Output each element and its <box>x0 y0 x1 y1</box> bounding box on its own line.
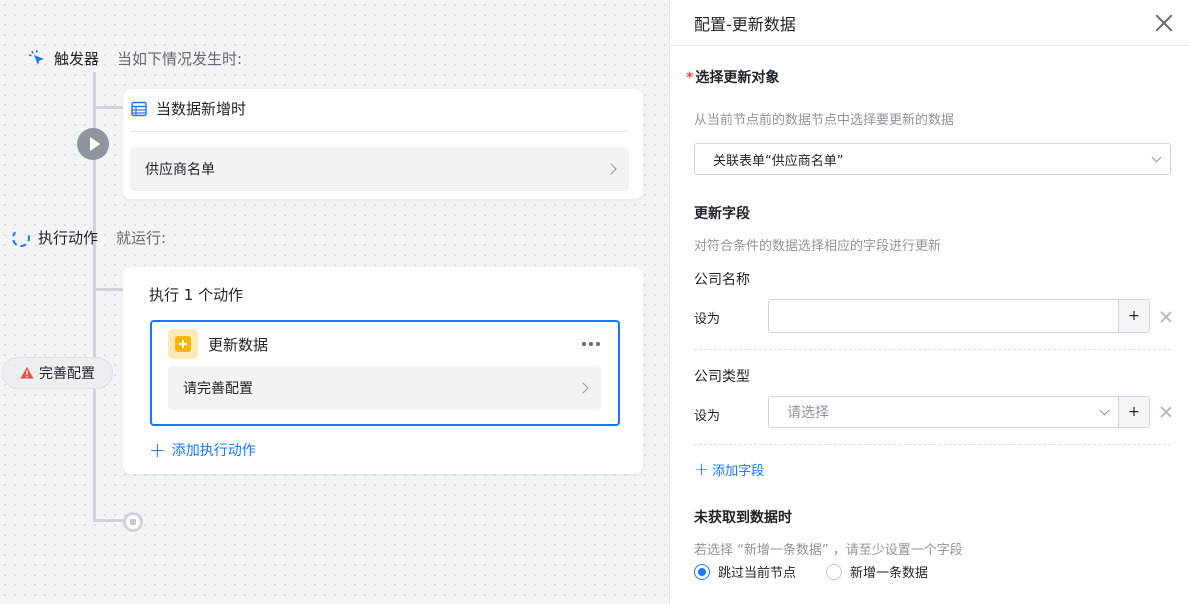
action-card-title: 更新数据 <box>208 335 269 354</box>
trigger-form-name: 供应商名单 <box>145 162 215 178</box>
chevron-down-icon <box>1151 152 1162 162</box>
plus-icon: + <box>149 438 166 462</box>
radio-add-data-label: 新增一条数据 <box>850 566 929 581</box>
trigger-form-row[interactable]: 供应商名单 <box>130 147 629 191</box>
plus-icon: + <box>694 458 710 480</box>
trigger-section-header: 触发器 当如下情况发生时: <box>28 48 242 69</box>
add-field-button[interactable]: + 添加字段 <box>694 460 764 479</box>
warning-badge-label: 完善配置 <box>39 366 95 382</box>
action-section-label: 执行动作 <box>38 229 99 247</box>
no-data-title: 未获取到数据时 <box>694 510 792 526</box>
insert-variable-button[interactable]: + <box>1118 396 1150 428</box>
radio-button-checked[interactable] <box>694 563 710 580</box>
config-panel: 配置-更新数据 * 选择更新对象 从当前节点前的数据节点中选择要更新的数据 关联表… <box>669 0 1189 604</box>
field-divider <box>694 444 1171 445</box>
flow-connector <box>93 288 125 291</box>
set-to-label: 设为 <box>694 409 721 424</box>
more-options-icon[interactable] <box>582 342 600 346</box>
set-to-label: 设为 <box>694 312 721 327</box>
update-data-action-card[interactable]: 更新数据 请完善配置 <box>150 320 620 426</box>
trigger-description: 当如下情况发生时: <box>117 50 243 68</box>
select-target-title-text: 选择更新对象 <box>695 70 780 86</box>
required-mark: * <box>686 70 694 86</box>
no-data-hint: 若选择 “新增一条数据” ，请至少设置一个字段 <box>694 543 963 558</box>
warning-icon <box>20 367 34 379</box>
action-section-description: 就运行: <box>116 229 167 247</box>
select-target-title: * 选择更新对象 <box>686 67 779 87</box>
add-action-button[interactable]: + 添加执行动作 <box>149 440 256 460</box>
update-data-icon <box>168 329 198 359</box>
radio-skip-node-label: 跳过当前节点 <box>718 566 797 581</box>
trigger-card[interactable]: 当数据新增时 供应商名单 <box>123 89 643 199</box>
panel-header: 配置-更新数据 <box>670 0 1189 46</box>
action-config-row[interactable]: 请完善配置 <box>168 366 601 410</box>
card-divider <box>130 131 629 132</box>
company-type-value-field: 请选择 + <box>768 396 1150 428</box>
add-field-label: 添加字段 <box>712 464 765 479</box>
flow-connector <box>93 106 125 109</box>
flow-canvas[interactable]: 触发器 当如下情况发生时: 当数据新增时 供应商名单 执行动作 就运行: 完善配… <box>0 0 669 604</box>
company-type-placeholder: 请选择 <box>787 405 829 421</box>
radio-add-data[interactable]: 新增一条数据 <box>826 562 928 581</box>
action-section-header: 执行动作 就运行: <box>12 227 166 248</box>
execute-icon <box>12 228 30 247</box>
field-divider <box>694 349 1171 350</box>
insert-variable-button[interactable]: + <box>1118 299 1150 333</box>
chevron-down-icon <box>1099 405 1110 415</box>
company-type-select[interactable]: 请选择 <box>768 396 1118 428</box>
flow-connector <box>93 519 125 522</box>
table-icon <box>131 101 147 116</box>
select-target-hint: 从当前节点前的数据节点中选择要更新的数据 <box>694 113 955 128</box>
action-group-title: 执行 1 个动作 <box>149 286 244 304</box>
action-config-label: 请完善配置 <box>183 381 253 397</box>
chevron-right-icon <box>577 382 589 394</box>
remove-field-icon[interactable] <box>1160 406 1172 418</box>
radio-button[interactable] <box>826 563 842 580</box>
action-card-header: 更新数据 <box>168 329 268 359</box>
trigger-card-header: 当数据新增时 <box>131 98 246 119</box>
radio-skip-node[interactable]: 跳过当前节点 <box>694 562 796 581</box>
company-name-value-field: + <box>768 299 1150 333</box>
panel-title: 配置-更新数据 <box>694 14 796 34</box>
trigger-card-title: 当数据新增时 <box>156 100 247 118</box>
cursor-click-icon <box>28 49 44 65</box>
update-fields-title: 更新字段 <box>694 206 750 222</box>
close-icon[interactable] <box>1155 14 1173 32</box>
play-node-icon[interactable] <box>77 128 109 160</box>
update-fields-hint: 对符合条件的数据选择相应的字段进行更新 <box>694 239 942 254</box>
field-label-company-type: 公司类型 <box>694 369 750 385</box>
end-node-icon <box>123 512 143 532</box>
trigger-label: 触发器 <box>54 50 100 68</box>
field-label-company-name: 公司名称 <box>694 272 750 288</box>
add-action-label: 添加执行动作 <box>171 443 256 459</box>
company-name-input[interactable] <box>768 299 1118 333</box>
chevron-right-icon <box>605 163 617 175</box>
warning-badge[interactable]: 完善配置 <box>2 357 113 389</box>
target-select[interactable]: 关联表单“供应商名单” <box>694 143 1171 175</box>
target-select-value: 关联表单“供应商名单” <box>713 153 844 169</box>
remove-field-icon[interactable] <box>1160 311 1172 323</box>
